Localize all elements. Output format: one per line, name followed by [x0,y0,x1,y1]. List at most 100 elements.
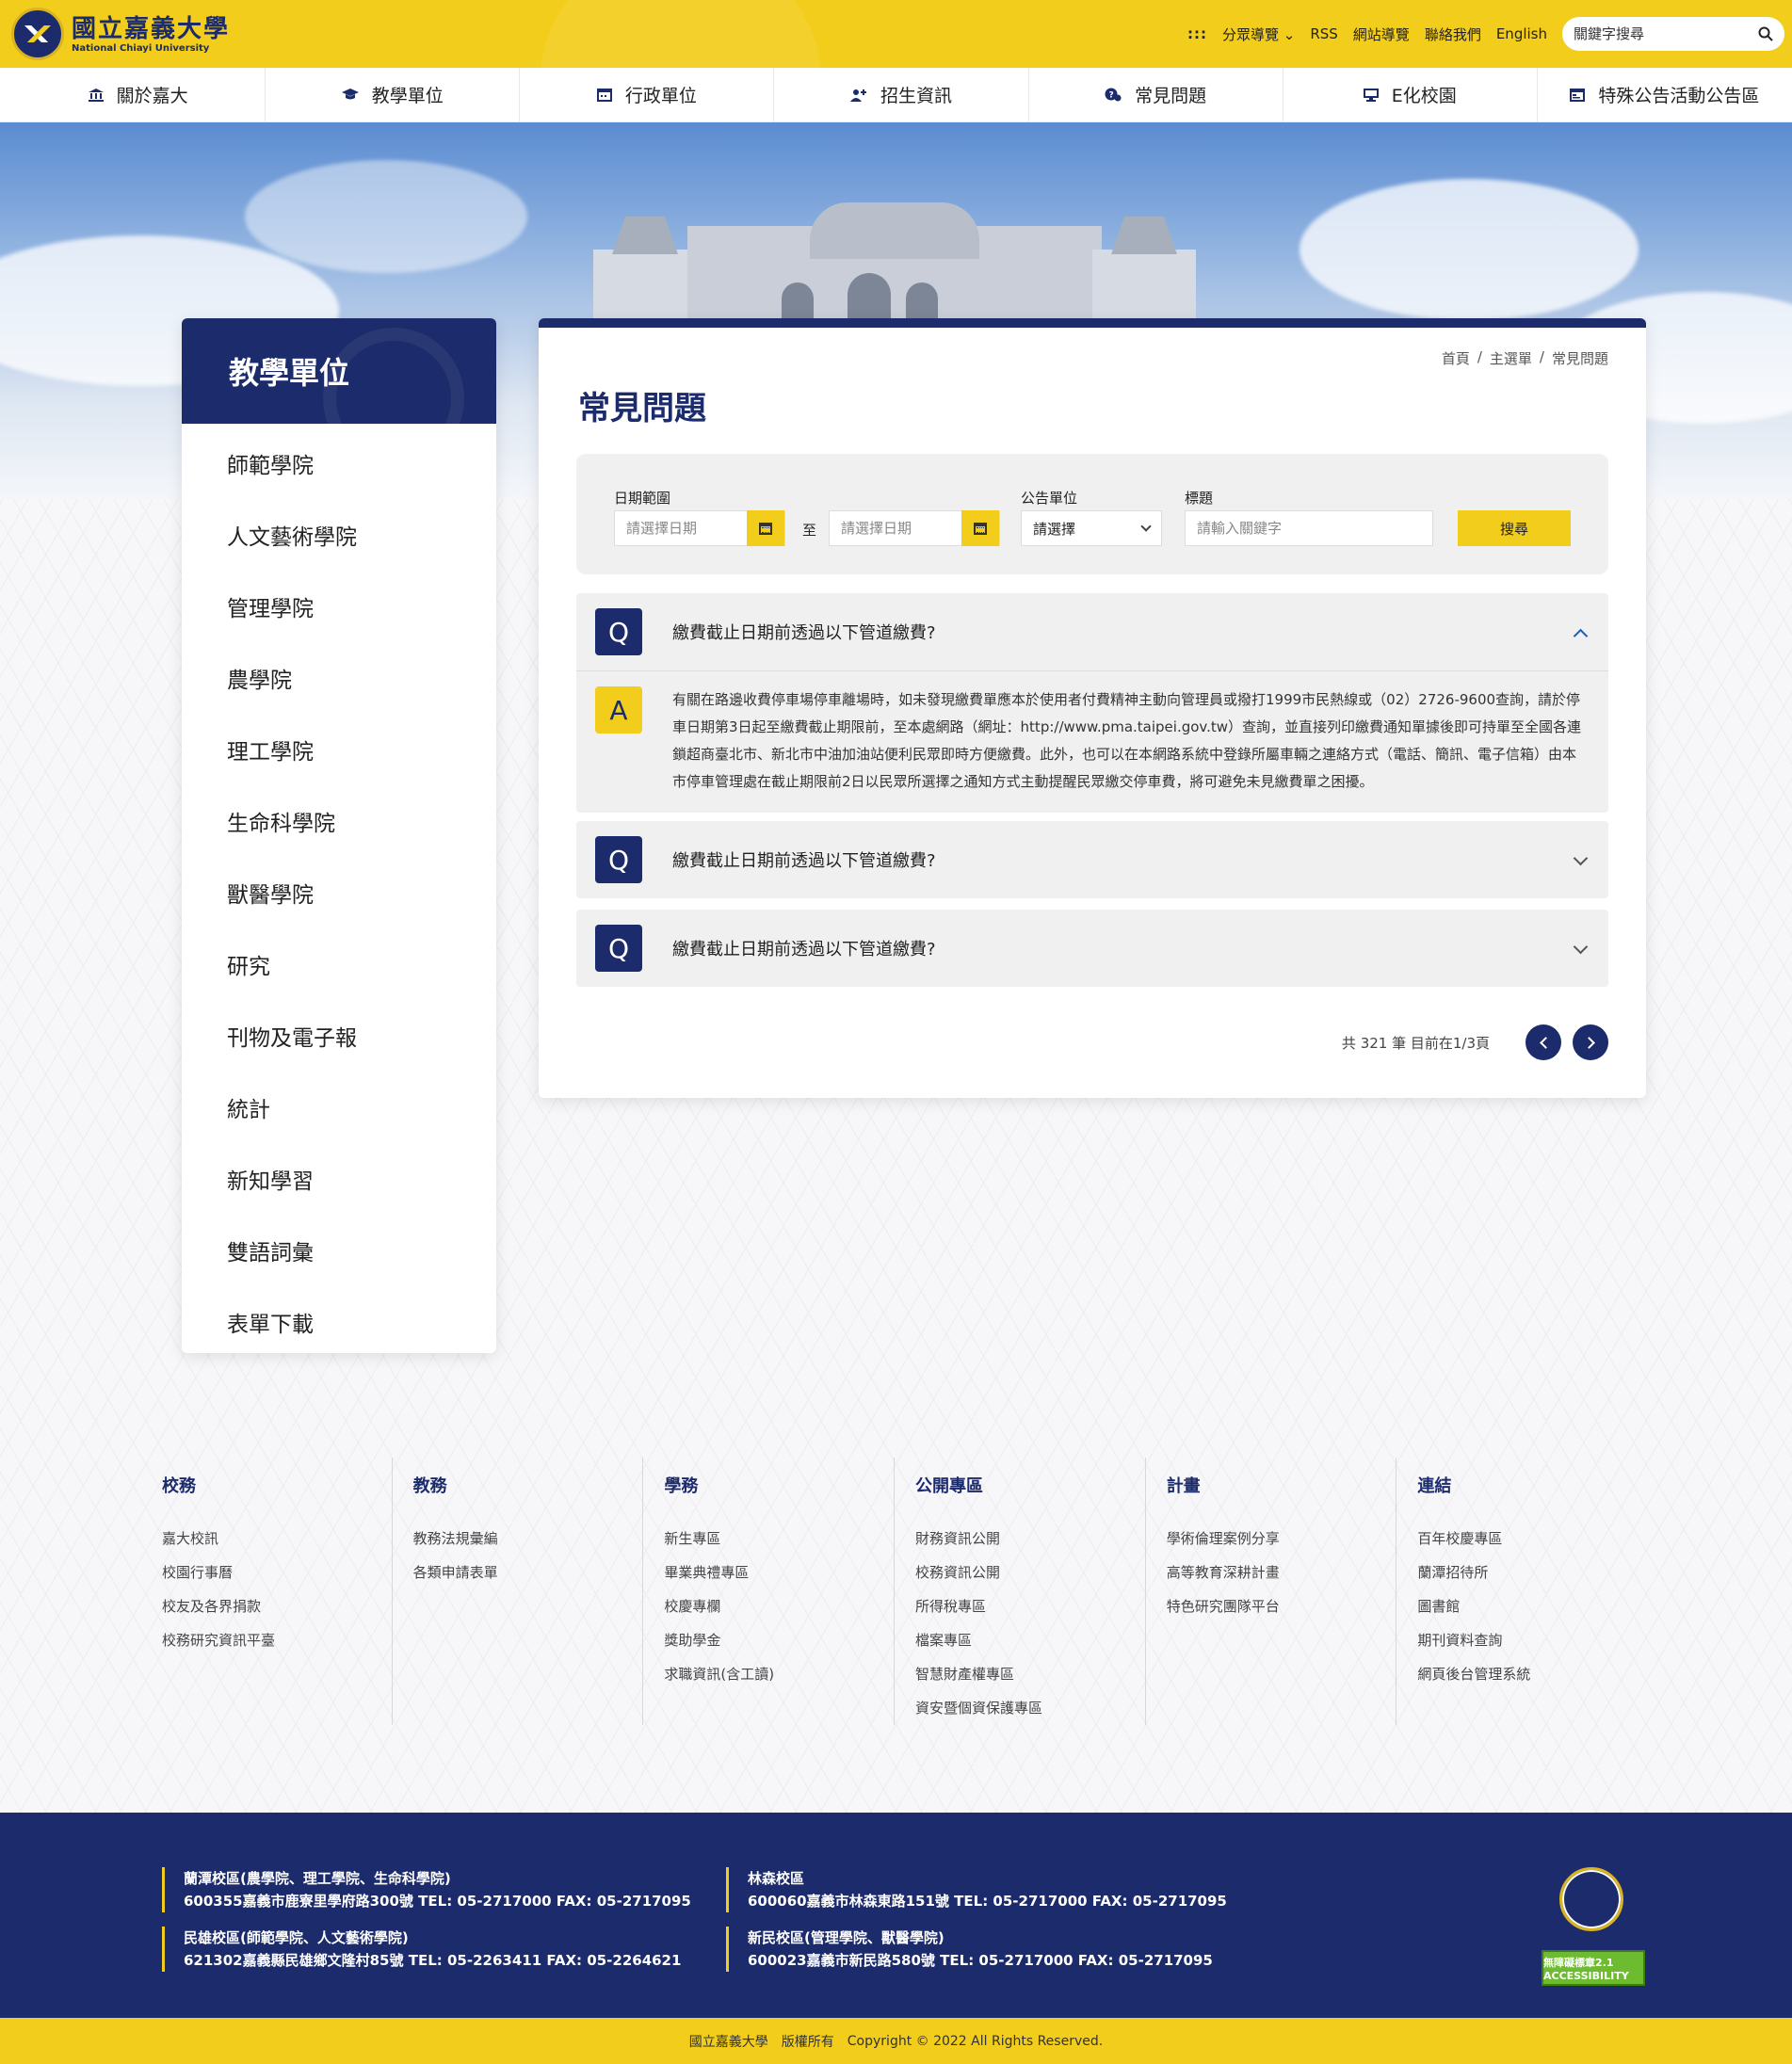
sidebar-item-forms[interactable]: 表單下載 [182,1286,496,1353]
copyright-rights: 版權所有 [781,2034,834,2050]
footer-link[interactable]: 新生專區 [664,1522,894,1556]
breadcrumb-separator: / [1539,348,1544,365]
university-logo[interactable]: 國立嘉義大學 National Chiayi University [11,8,230,60]
chevron-down-icon[interactable] [1573,850,1589,866]
nav-item-admission[interactable]: 招生資訊 [774,68,1029,121]
title-keyword-input[interactable] [1186,511,1432,545]
footer-link[interactable]: 校務資訊公開 [915,1556,1145,1589]
footer-link[interactable]: 資安暨個資保護專區 [915,1691,1145,1725]
end-date-calendar-button[interactable] [961,510,999,546]
nav-item-ecampus[interactable]: E化校園 [1283,68,1538,121]
calendar-list-icon [1570,88,1586,102]
nav-item-admin[interactable]: 行政單位 [520,68,775,121]
footer-link[interactable]: 蘭潭招待所 [1417,1556,1648,1589]
sidebar-item-veterinary[interactable]: 獸醫學院 [182,857,496,928]
footer-link[interactable]: 畢業典禮專區 [664,1556,894,1589]
footer-contact: 蘭潭校區(農學院、理工學院、生命科學院) 600355嘉義市鹿寮里學府路300號… [0,1813,1792,2018]
start-date-input[interactable] [615,511,747,545]
footer-column-title: 計畫 [1166,1476,1201,1496]
footer-link[interactable]: 財務資訊公開 [915,1522,1145,1556]
footer-link[interactable]: 各類申請表單 [413,1556,643,1589]
breadcrumb-menu[interactable]: 主選單 [1490,348,1532,368]
nav-label: 關於嘉大 [116,86,188,106]
footer-link[interactable]: 校友及各界捐款 [162,1589,392,1623]
rss-link[interactable]: RSS [1310,25,1337,42]
copyright-bar: 國立嘉義大學 版權所有 Copyright © 2022 All Rights … [0,2018,1792,2064]
nav-label: 行政單位 [624,86,697,106]
nav-item-special-announcements[interactable]: 特殊公告活動公告區 [1538,68,1792,121]
footer-link[interactable]: 圖書館 [1417,1589,1648,1623]
next-page-button[interactable] [1573,1024,1608,1060]
footer-link[interactable]: 獎助學金 [664,1623,894,1657]
footer-link[interactable]: 求職資訊(含工讀) [664,1657,894,1691]
footer-link[interactable]: 檔案專區 [915,1623,1145,1657]
site-nav-link[interactable]: 網站導覽 [1353,24,1410,44]
breadcrumb-home[interactable]: 首頁 [1442,348,1470,368]
category-nav-dropdown[interactable]: 分眾導覽 ⌄ [1222,24,1295,44]
footer-link[interactable]: 期刊資料查詢 [1417,1623,1648,1657]
campus-address: 民雄校區(師範學院、人文藝術學院) 621302嘉義縣民雄鄉文隆村85號 TEL… [162,1927,681,1972]
accessibility-badge[interactable]: 無障礙標章2.1 ACCESSIBILITY [1542,1950,1645,1986]
sidebar-item-new-learning[interactable]: 新知學習 [182,1143,496,1215]
prev-page-button[interactable] [1526,1024,1561,1060]
footer-column: 教務 教務法規彙編 各類申請表單 [393,1458,644,1725]
campus-name: 民雄校區(師範學院、人文藝術學院) [184,1929,409,1946]
footer-link[interactable]: 校慶專欄 [664,1589,894,1623]
footer-link[interactable]: 特色研究團隊平台 [1167,1589,1396,1623]
nav-item-faq[interactable]: ? 常見問題 [1029,68,1283,121]
search-button[interactable]: 搜尋 [1458,510,1571,546]
date-range-label: 日期範圍 [614,490,671,507]
sidebar-item-bilingual-glossary[interactable]: 雙語詞彙 [182,1215,496,1286]
nav-item-teaching[interactable]: 教學單位 [266,68,521,121]
faq-question[interactable]: Q 繳費截止日期前透過以下管道繳費? [576,821,1608,898]
footer-link[interactable]: 高等教育深耕計畫 [1167,1556,1396,1589]
search-icon[interactable] [1758,26,1773,41]
monitor-icon [1363,88,1379,102]
sidebar-item-statistics[interactable]: 統計 [182,1072,496,1143]
footer-link[interactable]: 校務研究資訊平臺 [162,1623,392,1657]
footer-link[interactable]: 嘉大校訊 [162,1522,392,1556]
campus-detail: 600060嘉義市林森東路151號 TEL: 05-2717000 FAX: 0… [748,1893,1227,1910]
category-nav-label: 分眾導覽 [1221,25,1279,43]
english-link[interactable]: English [1496,25,1547,42]
sitemap-grid-icon[interactable]: ::: [1187,25,1207,42]
footer-link[interactable]: 校園行事曆 [162,1556,392,1589]
copyright-school: 國立嘉義大學 [688,2034,768,2050]
seal-icon [1559,1867,1623,1931]
footer-column-title: 教務 [412,1476,447,1496]
footer-link[interactable]: 教務法規彙編 [413,1522,643,1556]
building-tower-cap [1111,217,1177,254]
start-date-calendar-button[interactable] [747,510,784,546]
utility-links: ::: 分眾導覽 ⌄ RSS 網站導覽 聯絡我們 English [1187,17,1784,51]
unit-select[interactable]: 請選擇 [1021,510,1162,546]
faq-question[interactable]: Q 繳費截止日期前透過以下管道繳費? [576,593,1608,670]
faq-content-card: 首頁 / 主選單 / 常見問題 常見問題 日期範圍 至 公告單位 請選擇 標題 … [539,318,1646,1098]
pagination-summary: 共 321 筆 目前在1/3頁 [1341,1034,1490,1052]
footer-link[interactable]: 百年校慶專區 [1417,1522,1648,1556]
sidebar-item-education[interactable]: 師範學院 [182,427,496,499]
sidebar-item-life-sciences[interactable]: 生命科學院 [182,785,496,857]
faq-question[interactable]: Q 繳費截止日期前透過以下管道繳費? [576,910,1608,987]
footer-link[interactable]: 所得稅專區 [915,1589,1145,1623]
sidebar-item-science-engineering[interactable]: 理工學院 [182,714,496,785]
footer-link[interactable]: 智慧財產權專區 [915,1657,1145,1691]
footer-link[interactable]: 學術倫理案例分享 [1167,1522,1396,1556]
copyright-text: Copyright © 2022 All Rights Reserved. [847,2033,1104,2049]
bank-icon [88,88,104,102]
campus-detail: 600023嘉義市新民路580號 TEL: 05-2717000 FAX: 05… [748,1952,1213,1969]
end-date-input[interactable] [830,511,961,545]
chevron-up-icon[interactable] [1573,628,1589,644]
footer-link[interactable]: 網頁後台管理系統 [1417,1657,1648,1691]
chevron-down-icon[interactable] [1573,939,1589,955]
sidebar-item-humanities-arts[interactable]: 人文藝術學院 [182,499,496,571]
sidebar-item-agriculture[interactable]: 農學院 [182,642,496,714]
breadcrumb: 首頁 / 主選單 / 常見問題 [1442,348,1608,368]
contact-link[interactable]: 聯絡我們 [1425,24,1481,44]
site-search-input[interactable] [1574,25,1758,42]
site-search [1562,17,1784,51]
sidebar-item-research[interactable]: 研究 [182,928,496,1000]
footer-column: 連結 百年校慶專區 蘭潭招待所 圖書館 期刊資料查詢 網頁後台管理系統 [1396,1458,1648,1725]
sidebar-item-management[interactable]: 管理學院 [182,571,496,642]
nav-item-about[interactable]: 關於嘉大 [11,68,266,121]
sidebar-item-publications[interactable]: 刊物及電子報 [182,1000,496,1072]
